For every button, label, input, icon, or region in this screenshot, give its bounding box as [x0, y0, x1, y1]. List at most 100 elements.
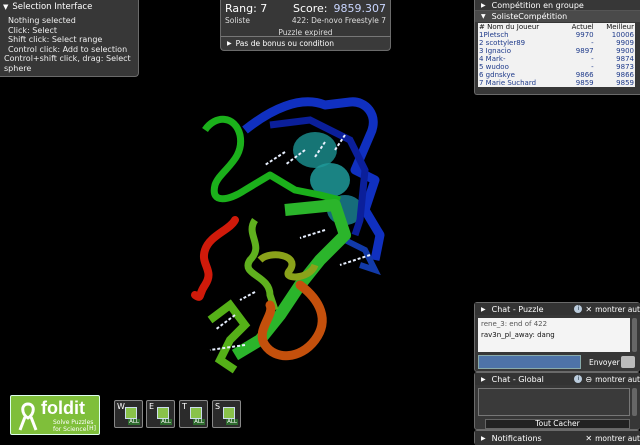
chat-global-log[interactable] [478, 388, 630, 416]
notifications-panel: ▶ Notifications ✕ montrer aut [474, 430, 640, 445]
selection-interface-header[interactable]: ▼ Selection Interface [0, 0, 138, 14]
expand-triangle-icon[interactable]: ▶ [481, 2, 486, 9]
best-score-cell: 10006 [611, 31, 634, 39]
current-score-cell: 9897 [575, 47, 594, 55]
chat-puzzle-title: Chat - Puzzle [491, 304, 544, 314]
ribbon-icon [18, 402, 38, 431]
sidechain-icon [223, 407, 235, 419]
tweak-icon [190, 407, 202, 419]
chat-input[interactable] [478, 355, 581, 369]
selection-status: Nothing selected [8, 16, 76, 25]
rank-label: Rang: 7 [225, 2, 268, 15]
hotkey-label: E [149, 402, 155, 411]
selection-help: Nothing selected Click: Select Shift cli… [0, 14, 138, 75]
column-header: # Nom du Joueur [479, 23, 540, 31]
protein-strand-limegreen[interactable] [207, 299, 251, 374]
expand-triangle-icon[interactable]: ▶ [481, 306, 486, 313]
current-score-cell: - [591, 63, 594, 71]
selection-help-line: Control click: Add to selection [8, 44, 128, 54]
all-badge: ALL [193, 419, 205, 425]
wiggle-icon [125, 407, 137, 419]
hide-all-button[interactable]: Tout Cacher [485, 419, 630, 429]
info-icon[interactable]: i [574, 375, 583, 383]
logo-wordmark: foldit [41, 398, 85, 418]
chat-global-scrollbar[interactable] [632, 388, 637, 416]
close-icon[interactable]: ✕ [585, 434, 592, 443]
current-score-cell: 9970 [575, 31, 594, 39]
current-score-cell: 9859 [575, 79, 594, 87]
sidechain-all-button[interactable]: S ALL [212, 400, 241, 428]
protein-strand-olive[interactable] [257, 251, 319, 281]
bonus-label: Pas de bonus ou condition [235, 39, 335, 48]
best-score-cell: 9866 [616, 71, 634, 79]
info-icon[interactable]: i [574, 305, 583, 313]
best-score-cell: 9909 [616, 39, 634, 47]
chat-message: rene_3: end of 422 [481, 320, 548, 328]
show-others-toggle[interactable]: montrer aut [595, 434, 640, 443]
send-button[interactable]: Envoyer [589, 358, 620, 367]
solo-competition-header[interactable]: ▼ SolisteCompétition [475, 11, 640, 22]
table-row[interactable]: 7 Marie Suchard 9859 9859 [478, 79, 635, 87]
selection-help-line: Control+shift click, drag: Select sphere [4, 54, 131, 73]
player-name-cell: 7 Marie Suchard [479, 79, 537, 87]
notifications-header[interactable]: ▶ Notifications ✕ montrer aut [475, 431, 640, 445]
chat-global-panel: ▶ Chat - Global i ⊖ montrer aut Tout Cac… [474, 372, 640, 430]
chat-global-header[interactable]: ▶ Chat - Global i ⊖ montrer aut [475, 373, 640, 385]
table-row[interactable]: 3 Ignacio 9897 9900 [478, 47, 635, 55]
table-row[interactable]: 2 scottyler89 - 9909 [478, 39, 635, 47]
table-row[interactable]: 4 Mark- - 9874 [478, 55, 635, 63]
protein-strand-green[interactable] [244, 218, 279, 312]
expand-triangle-icon[interactable]: ▶ [481, 435, 486, 442]
tweak-all-button[interactable]: T ALL [179, 400, 208, 428]
minus-icon[interactable]: ⊖ [585, 375, 592, 384]
close-icon[interactable]: ✕ [585, 305, 592, 314]
leaderboard-table: # Nom du Joueur Actuel Meilleur 1Pletsch… [478, 23, 635, 87]
player-name-cell: 6 gdnskye [479, 71, 515, 79]
camera-icon[interactable] [621, 356, 635, 368]
current-score-cell: 9866 [575, 71, 594, 79]
best-score-cell: 9873 [616, 63, 634, 71]
logo-version: [H] [86, 425, 96, 432]
expand-triangle-icon[interactable]: ▶ [227, 40, 232, 47]
bonus-row[interactable]: ▶ Pas de bonus ou condition [220, 36, 391, 51]
protein-loop-navy[interactable] [343, 237, 381, 276]
player-name-cell: 5 wudoo [479, 63, 509, 71]
notifications-title: Notifications [491, 433, 542, 443]
all-badge: ALL [226, 419, 238, 425]
current-score-cell: - [591, 39, 594, 47]
hotkey-label: S [215, 402, 221, 411]
foldit-logo[interactable]: foldit Solve Puzzles for Science [H] [10, 395, 100, 435]
chat-puzzle-log[interactable]: rene_3: end of 422 rav3n_pl_away: dang [478, 318, 630, 352]
selection-help-line: Shift click: Select range [8, 35, 103, 44]
player-name-cell: 2 scottyler89 [479, 39, 526, 47]
collapse-triangle-icon[interactable]: ▼ [481, 13, 486, 20]
shake-all-button[interactable]: E ALL [146, 400, 175, 428]
collapse-triangle-icon[interactable]: ▼ [3, 3, 8, 11]
protein-terminus-red[interactable] [191, 216, 239, 301]
chat-puzzle-panel: ▶ Chat - Puzzle i ✕ montrer aut rene_3: … [474, 302, 640, 372]
selection-interface-panel: ▼ Selection Interface Nothing selected C… [0, 0, 139, 77]
hotkey-label: T [182, 402, 187, 411]
chat-message: rav3n_pl_away: dang [481, 331, 555, 339]
score-label: Score: [292, 2, 328, 15]
expand-triangle-icon[interactable]: ▶ [481, 376, 486, 383]
puzzle-name: 422: De-novo Freestyle 7 [291, 16, 386, 25]
player-name-cell: 4 Mark- [479, 55, 506, 63]
selection-interface-title: Selection Interface [12, 2, 93, 12]
chat-puzzle-header[interactable]: ▶ Chat - Puzzle i ✕ montrer aut [475, 303, 640, 315]
table-row[interactable]: 5 wudoo - 9873 [478, 63, 635, 71]
group-competition-label: Compétition en groupe [491, 0, 584, 10]
chat-puzzle-scrollbar[interactable] [632, 318, 637, 352]
protein-viewport[interactable] [150, 60, 470, 390]
show-others-toggle[interactable]: montrer aut [595, 305, 640, 314]
table-row[interactable]: 1Pletsch 9970 10006 [478, 31, 635, 39]
selection-help-line: Click: Select [8, 25, 57, 35]
table-row[interactable]: 6 gdnskye 9866 9866 [478, 71, 635, 79]
all-badge: ALL [160, 419, 172, 425]
group-competition-header[interactable]: ▶ Compétition en groupe [475, 0, 640, 11]
wiggle-all-button[interactable]: W ALL [114, 400, 143, 428]
table-header-row: # Nom du Joueur Actuel Meilleur [478, 23, 635, 31]
player-name-cell: 1Pletsch [479, 31, 509, 39]
all-badge: ALL [128, 419, 140, 425]
show-others-toggle[interactable]: montrer aut [595, 375, 640, 384]
